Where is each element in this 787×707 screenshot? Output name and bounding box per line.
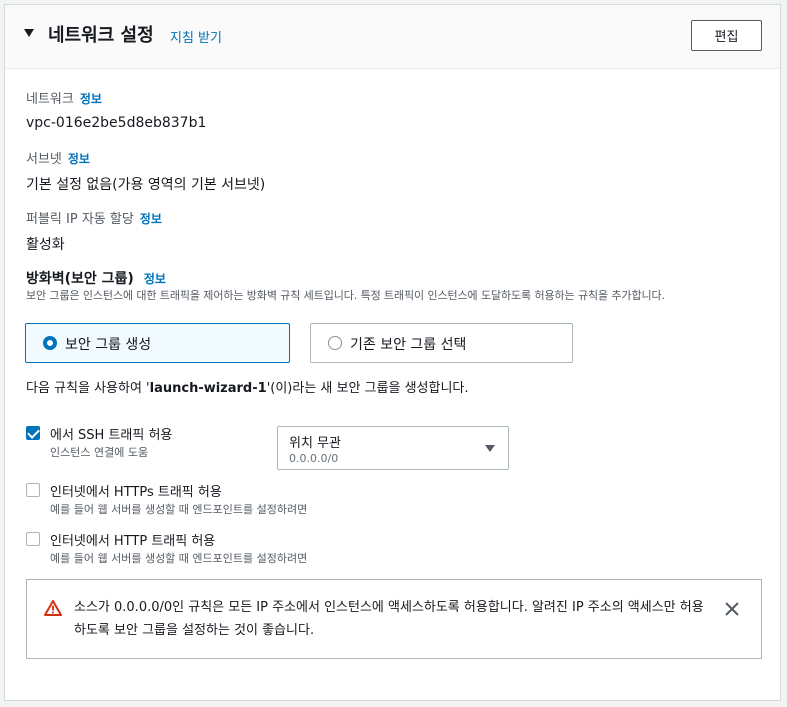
edit-button[interactable]: 편집: [691, 20, 762, 51]
alert-message: 소스가 0.0.0.0/0인 규칙은 모든 IP 주소에서 인스턴스에 액세스하…: [74, 600, 704, 638]
http-rule-label: 인터넷에서 HTTP 트래픽 허용: [50, 534, 216, 549]
http-checkbox[interactable]: [26, 532, 40, 546]
checkmark-icon: [27, 426, 40, 439]
ssh-checkbox[interactable]: [26, 426, 40, 440]
subnet-label: 서브넷 정보: [26, 148, 90, 167]
dropdown-caret-icon: [485, 445, 495, 452]
warning-icon: [44, 600, 62, 616]
network-info-link[interactable]: 정보: [80, 92, 102, 106]
http-rule-sub: 예를 들어 웹 서버를 생성할 때 엔드포인트를 설정하려면: [50, 552, 308, 565]
ssh-source-select[interactable]: 위치 무관 0.0.0.0/0: [277, 426, 509, 470]
https-rule-sub: 예를 들어 웹 서버를 생성할 때 엔드포인트를 설정하려면: [50, 503, 308, 516]
new-group-sentence: 다음 규칙을 사용하여 'launch-wizard-1'(이)라는 새 보안 …: [26, 377, 469, 396]
public-ip-label-text: 퍼블릭 IP 자동 할당: [26, 212, 134, 227]
radio-unselected-icon[interactable]: [328, 336, 342, 350]
firewall-title-text: 방화벽(보안 그룹): [26, 271, 134, 287]
ssh-rule-sub: 인스턴스 연결에 도움: [50, 446, 149, 459]
subnet-label-text: 서브넷: [26, 152, 62, 167]
firewall-title: 방화벽(보안 그룹) 정보: [26, 268, 166, 288]
sentence-suffix: '(이)라는 새 보안 그룹을 생성합니다.: [266, 381, 469, 396]
help-link[interactable]: 지침 받기: [170, 27, 222, 46]
panel-header: 네트워크 설정 지침 받기 편집: [5, 5, 780, 69]
radio-create-label: 보안 그룹 생성: [65, 337, 152, 353]
ssh-rule-label: 에서 SSH 트래픽 허용: [50, 428, 173, 443]
radio-create-security-group[interactable]: 보안 그룹 생성: [25, 323, 290, 363]
https-rule-label: 인터넷에서 HTTPs 트래픽 허용: [50, 485, 222, 500]
close-icon[interactable]: [725, 602, 739, 616]
security-warning-alert: 소스가 0.0.0.0/0인 규칙은 모든 IP 주소에서 인스턴스에 액세스하…: [26, 579, 762, 659]
sentence-prefix: 다음 규칙을 사용하여 ': [26, 381, 150, 396]
firewall-description: 보안 그룹은 인스턴스에 대한 트래픽을 제어하는 방화벽 규칙 세트입니다. …: [26, 289, 665, 302]
source-select-value: 위치 무관: [289, 436, 341, 451]
network-label-text: 네트워크: [26, 92, 74, 107]
public-ip-info-link[interactable]: 정보: [140, 212, 162, 226]
network-label: 네트워크 정보: [26, 88, 102, 107]
network-settings-panel: 네트워크 설정 지침 받기 편집 네트워크 정보 vpc-016e2be5d8eb…: [4, 4, 781, 701]
public-ip-value: 활성화: [26, 237, 65, 253]
radio-select-existing-group[interactable]: 기존 보안 그룹 선택: [310, 323, 573, 363]
https-checkbox[interactable]: [26, 483, 40, 497]
firewall-info-link[interactable]: 정보: [144, 272, 166, 286]
radio-existing-label: 기존 보안 그룹 선택: [350, 337, 467, 353]
source-select-cidr: 0.0.0.0/0: [289, 452, 339, 465]
subnet-value: 기본 설정 없음(가용 영역의 기본 서브넷): [26, 177, 266, 193]
panel-title: 네트워크 설정: [48, 25, 154, 46]
public-ip-label: 퍼블릭 IP 자동 할당 정보: [26, 208, 162, 227]
subnet-info-link[interactable]: 정보: [68, 152, 90, 166]
radio-selected-icon[interactable]: [43, 336, 57, 350]
network-value: vpc-016e2be5d8eb837b1: [26, 115, 207, 131]
security-group-name: launch-wizard-1: [149, 381, 267, 396]
collapse-caret-icon[interactable]: [24, 29, 34, 37]
